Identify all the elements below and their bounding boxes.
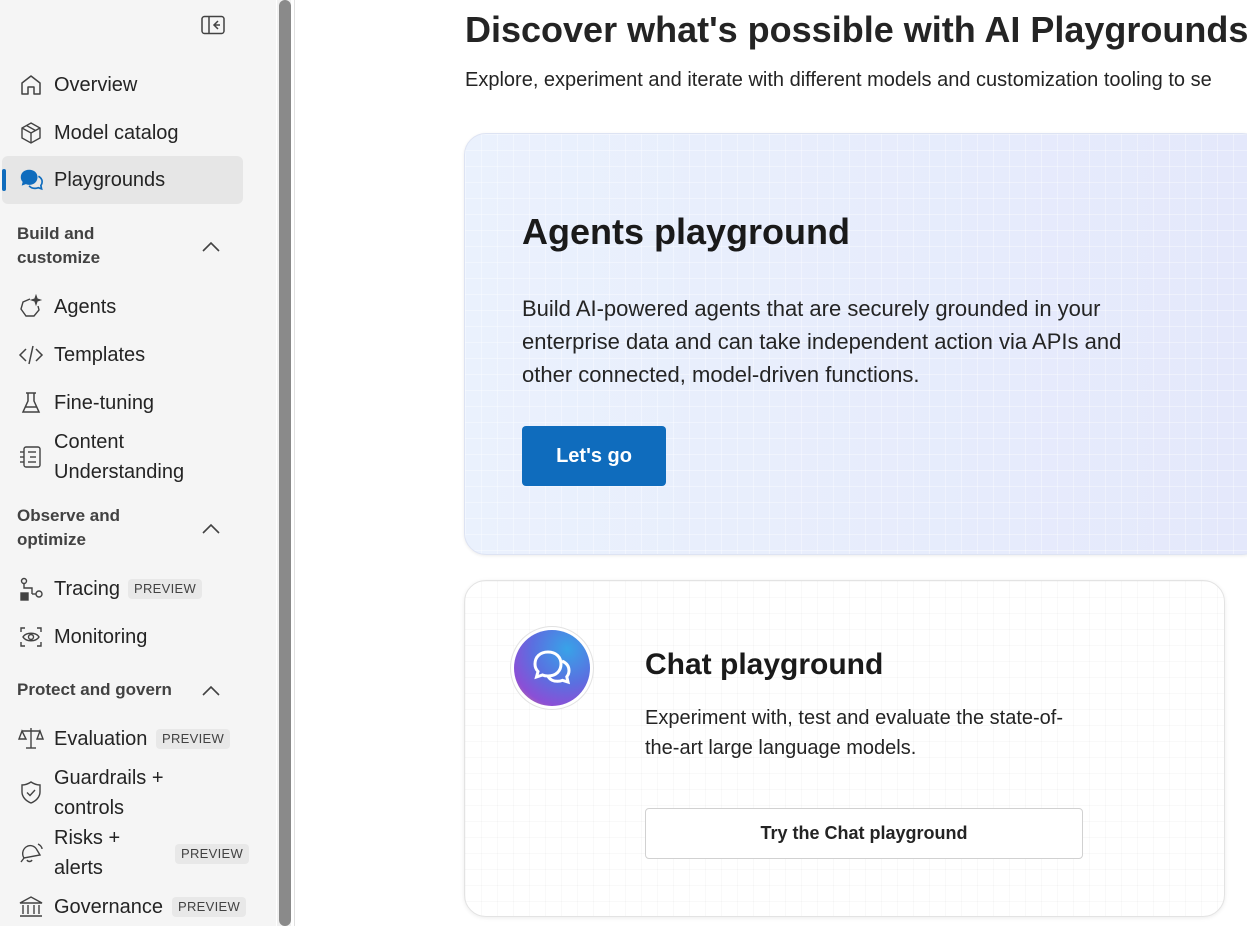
lets-go-button[interactable]: Let's go — [522, 426, 666, 486]
building-bank-icon — [18, 894, 44, 920]
sidebar-item-overview[interactable]: Overview — [2, 61, 243, 109]
sidebar: Overview Model catalog Playgrounds Build… — [0, 0, 276, 926]
sidebar-item-agents[interactable]: Agents — [2, 283, 243, 331]
document-list-icon — [18, 444, 44, 470]
alert-bell-icon — [18, 840, 44, 866]
sidebar-item-evaluation[interactable]: Evaluation PREVIEW — [2, 715, 243, 763]
sidebar-item-governance[interactable]: Governance PREVIEW — [2, 885, 247, 926]
sidebar-item-label: Governance — [54, 896, 163, 918]
sidebar-item-fine-tuning[interactable]: Fine-tuning — [2, 379, 243, 427]
chat-card-title: Chat playground — [645, 648, 884, 681]
page-title: Discover what's possible with AI Playgro… — [465, 9, 1247, 50]
section-title: Protect and govern — [17, 680, 172, 699]
section-title: Observe and optimize — [17, 506, 120, 549]
section-protect-and-govern[interactable]: Protect and govern — [17, 678, 237, 704]
try-chat-playground-button[interactable]: Try the Chat playground — [645, 808, 1083, 859]
sidebar-item-monitoring[interactable]: Monitoring — [2, 613, 243, 661]
sidebar-item-label: Model catalog — [54, 122, 179, 144]
chevron-up-icon — [202, 241, 220, 252]
chat-bubbles-icon — [514, 630, 590, 706]
sidebar-item-content-understanding[interactable]: Content Understanding — [2, 427, 243, 487]
sidebar-item-label: Overview — [54, 74, 138, 96]
agent-sparkle-icon — [18, 294, 44, 320]
sidebar-item-label: Risks + alerts — [54, 827, 121, 879]
sidebar-item-label: Evaluation — [54, 728, 148, 750]
section-build-and-customize[interactable]: Build and customize — [17, 222, 237, 272]
preview-badge: PREVIEW — [175, 844, 250, 864]
section-observe-and-optimize[interactable]: Observe and optimize — [17, 504, 237, 554]
sidebar-item-label: Content Understanding — [54, 431, 185, 483]
sidebar-item-label: Playgrounds — [54, 169, 166, 191]
chat-bubbles-icon — [18, 167, 44, 193]
chat-playground-logo — [510, 626, 594, 710]
code-icon — [18, 342, 44, 368]
home-icon — [18, 72, 44, 98]
sidebar-divider — [294, 0, 295, 926]
tracing-icon — [18, 576, 44, 602]
sidebar-item-label: Tracing — [54, 578, 120, 600]
chevron-up-icon — [202, 523, 220, 534]
sidebar-item-label: Guardrails + controls — [54, 767, 164, 819]
panel-collapse-icon — [201, 15, 225, 35]
agents-card-title: Agents playground — [522, 211, 851, 252]
preview-badge: PREVIEW — [128, 579, 203, 599]
section-title: Build and customize — [17, 224, 101, 267]
collapse-sidebar-button[interactable] — [200, 14, 226, 36]
cube-icon — [18, 120, 44, 146]
sidebar-item-guardrails-controls[interactable]: Guardrails + controls — [2, 763, 243, 823]
scales-icon — [18, 726, 44, 752]
chat-card-description: Experiment with, test and evaluate the s… — [645, 707, 1063, 759]
chevron-up-icon — [202, 685, 220, 696]
sidebar-item-label: Agents — [54, 296, 117, 318]
sidebar-item-risks-alerts[interactable]: Risks + alerts PREVIEW — [2, 823, 250, 883]
sidebar-item-label: Monitoring — [54, 626, 148, 648]
beaker-icon — [18, 390, 44, 416]
sidebar-item-tracing[interactable]: Tracing PREVIEW — [2, 565, 243, 613]
sidebar-item-templates[interactable]: Templates — [2, 331, 243, 379]
shield-check-icon — [18, 780, 44, 806]
monitoring-eye-icon — [18, 624, 44, 650]
sidebar-item-label: Templates — [54, 344, 146, 366]
page-subtitle: Explore, experiment and iterate with dif… — [465, 69, 1212, 91]
agents-card-description: Build AI-powered agents that are securel… — [522, 296, 1122, 387]
sidebar-scrollbar-thumb[interactable] — [279, 0, 291, 926]
sidebar-item-playgrounds[interactable]: Playgrounds — [2, 156, 243, 204]
sidebar-item-label: Fine-tuning — [54, 392, 155, 414]
preview-badge: PREVIEW — [172, 897, 247, 917]
preview-badge: PREVIEW — [156, 729, 231, 749]
sidebar-item-model-catalog[interactable]: Model catalog — [2, 109, 243, 157]
app-root: Overview Model catalog Playgrounds Build… — [0, 0, 1247, 926]
